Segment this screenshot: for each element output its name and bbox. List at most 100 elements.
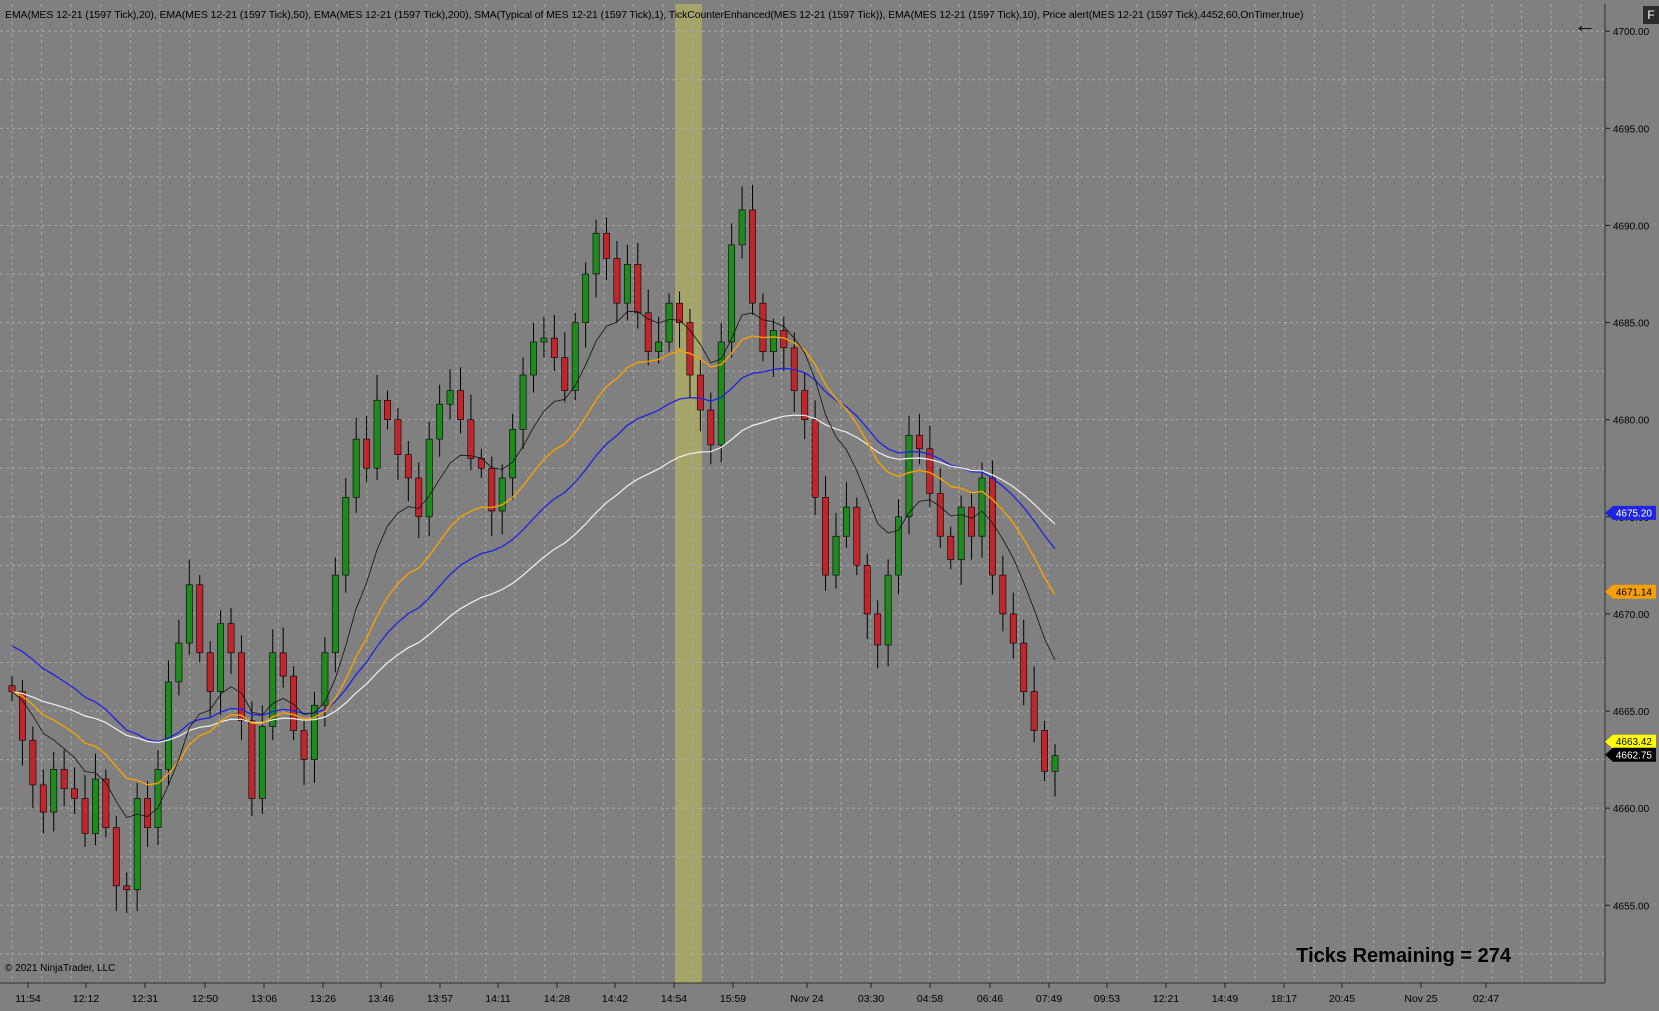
candle-body	[363, 438, 371, 469]
price-tick-label: 4660.00	[1613, 804, 1650, 815]
candle-body	[279, 652, 287, 677]
price-marker-label: 4675.20	[1616, 508, 1653, 519]
candle-body	[623, 263, 631, 304]
time-tick-label: Nov 24	[790, 993, 823, 1005]
candle-body	[8, 685, 16, 692]
candle-body	[832, 535, 840, 576]
candle-body	[582, 273, 590, 323]
candle-body	[978, 477, 986, 537]
time-tick-label: 12:21	[1153, 993, 1179, 1005]
price-chart[interactable]: 4700.00 4695.00 4690.00 4685.00 4680.00 4675.…	[0, 0, 1659, 1011]
candle-body	[498, 477, 506, 512]
price-tick-label: 4655.00	[1613, 901, 1650, 912]
candle-body	[196, 584, 204, 654]
candle-body	[384, 399, 391, 420]
candle-body	[665, 302, 673, 343]
candle-body	[717, 341, 725, 446]
candle-body	[1009, 613, 1017, 644]
candle-body	[550, 337, 558, 358]
time-tick-label: Nov 25	[1404, 993, 1437, 1005]
time-tick-label: 20:45	[1329, 993, 1355, 1005]
time-tick-label: 12:31	[132, 993, 158, 1005]
candle-body	[561, 357, 569, 391]
price-marker-label: 4663.42	[1616, 737, 1653, 748]
candle-body	[248, 720, 256, 799]
candle-body	[488, 467, 496, 512]
candle-body	[404, 454, 412, 479]
chart-background	[0, 0, 1659, 1011]
f-button[interactable]: F	[1643, 6, 1659, 24]
price-tick-label: 4700.00	[1613, 27, 1650, 38]
time-tick-label: 15:59	[720, 993, 746, 1005]
candle-body	[592, 232, 600, 275]
time-tick-label: 14:42	[602, 993, 628, 1005]
candle-body	[175, 642, 183, 683]
candle-body	[154, 769, 162, 828]
candle-body	[947, 535, 955, 560]
time-tick-label: 14:49	[1212, 993, 1238, 1005]
candle-body	[915, 434, 923, 450]
candle-body	[331, 574, 339, 654]
candle-body	[300, 730, 308, 760]
candle-body	[874, 613, 882, 646]
price-marker-label: 4671.14	[1616, 587, 1653, 598]
candle-body	[436, 403, 444, 440]
price-tick-label: 4695.00	[1613, 124, 1650, 135]
price-tick-label: 4685.00	[1613, 319, 1650, 330]
copyright-text: © 2021 NinjaTrader, LLC	[5, 963, 116, 974]
arrow-left-icon[interactable]: ←	[1572, 12, 1598, 38]
candle-body	[217, 623, 225, 692]
candle-body	[655, 341, 663, 353]
candle-body	[1051, 755, 1059, 772]
candle-body	[446, 390, 454, 405]
candle-body	[1020, 642, 1028, 692]
candle-body	[342, 497, 350, 576]
highlight-band	[675, 4, 702, 983]
time-tick-label: 09:53	[1094, 993, 1120, 1005]
candle-body	[707, 409, 715, 446]
candle-body	[811, 419, 819, 498]
price-tick-label: 4665.00	[1613, 707, 1650, 718]
candle-body	[696, 374, 704, 411]
candle-body	[165, 681, 172, 770]
time-tick-label: 12:50	[192, 993, 218, 1005]
candle-body	[144, 798, 152, 828]
candle-body	[822, 497, 829, 576]
indicator-title: EMA(MES 12-21 (1597 Tick),20), EMA(MES 1…	[5, 9, 1304, 21]
candle-body	[39, 784, 47, 813]
candle-body	[71, 788, 79, 799]
candle-body	[936, 493, 944, 537]
candle-body	[50, 769, 58, 813]
ticks-remaining: Ticks Remaining = 274	[1296, 945, 1511, 967]
candle-body	[227, 623, 235, 654]
time-tick-label: 13:46	[368, 993, 394, 1005]
candle-body	[968, 506, 975, 537]
candle-body	[759, 302, 767, 353]
candle-body	[530, 341, 537, 376]
candle-body	[467, 419, 475, 459]
candle-body	[29, 739, 37, 786]
price-tick-label: 4690.00	[1613, 221, 1650, 232]
candle-body	[540, 337, 548, 343]
candle-body	[1030, 691, 1038, 731]
candle-body	[853, 506, 861, 566]
candle-body	[123, 885, 131, 891]
candle-body	[394, 419, 402, 455]
candle-body	[81, 798, 89, 834]
candle-body	[457, 390, 464, 420]
time-tick-label: 14:28	[544, 993, 570, 1005]
time-tick-label: 03:30	[858, 993, 884, 1005]
candle-body	[60, 769, 68, 790]
time-tick-label: 11:54	[15, 993, 41, 1005]
candle-body	[415, 477, 423, 518]
candle-body	[895, 516, 902, 576]
time-tick-label: 14:11	[485, 993, 511, 1005]
time-tick-label: 02:47	[1473, 993, 1499, 1005]
candle-body	[185, 584, 193, 644]
time-tick-label: 14:54	[661, 993, 687, 1005]
candle-body	[206, 652, 214, 692]
candle-body	[728, 244, 736, 343]
candle-body	[373, 399, 381, 469]
time-tick-label: 12:12	[73, 993, 99, 1005]
time-tick-label: 04:58	[917, 993, 943, 1005]
